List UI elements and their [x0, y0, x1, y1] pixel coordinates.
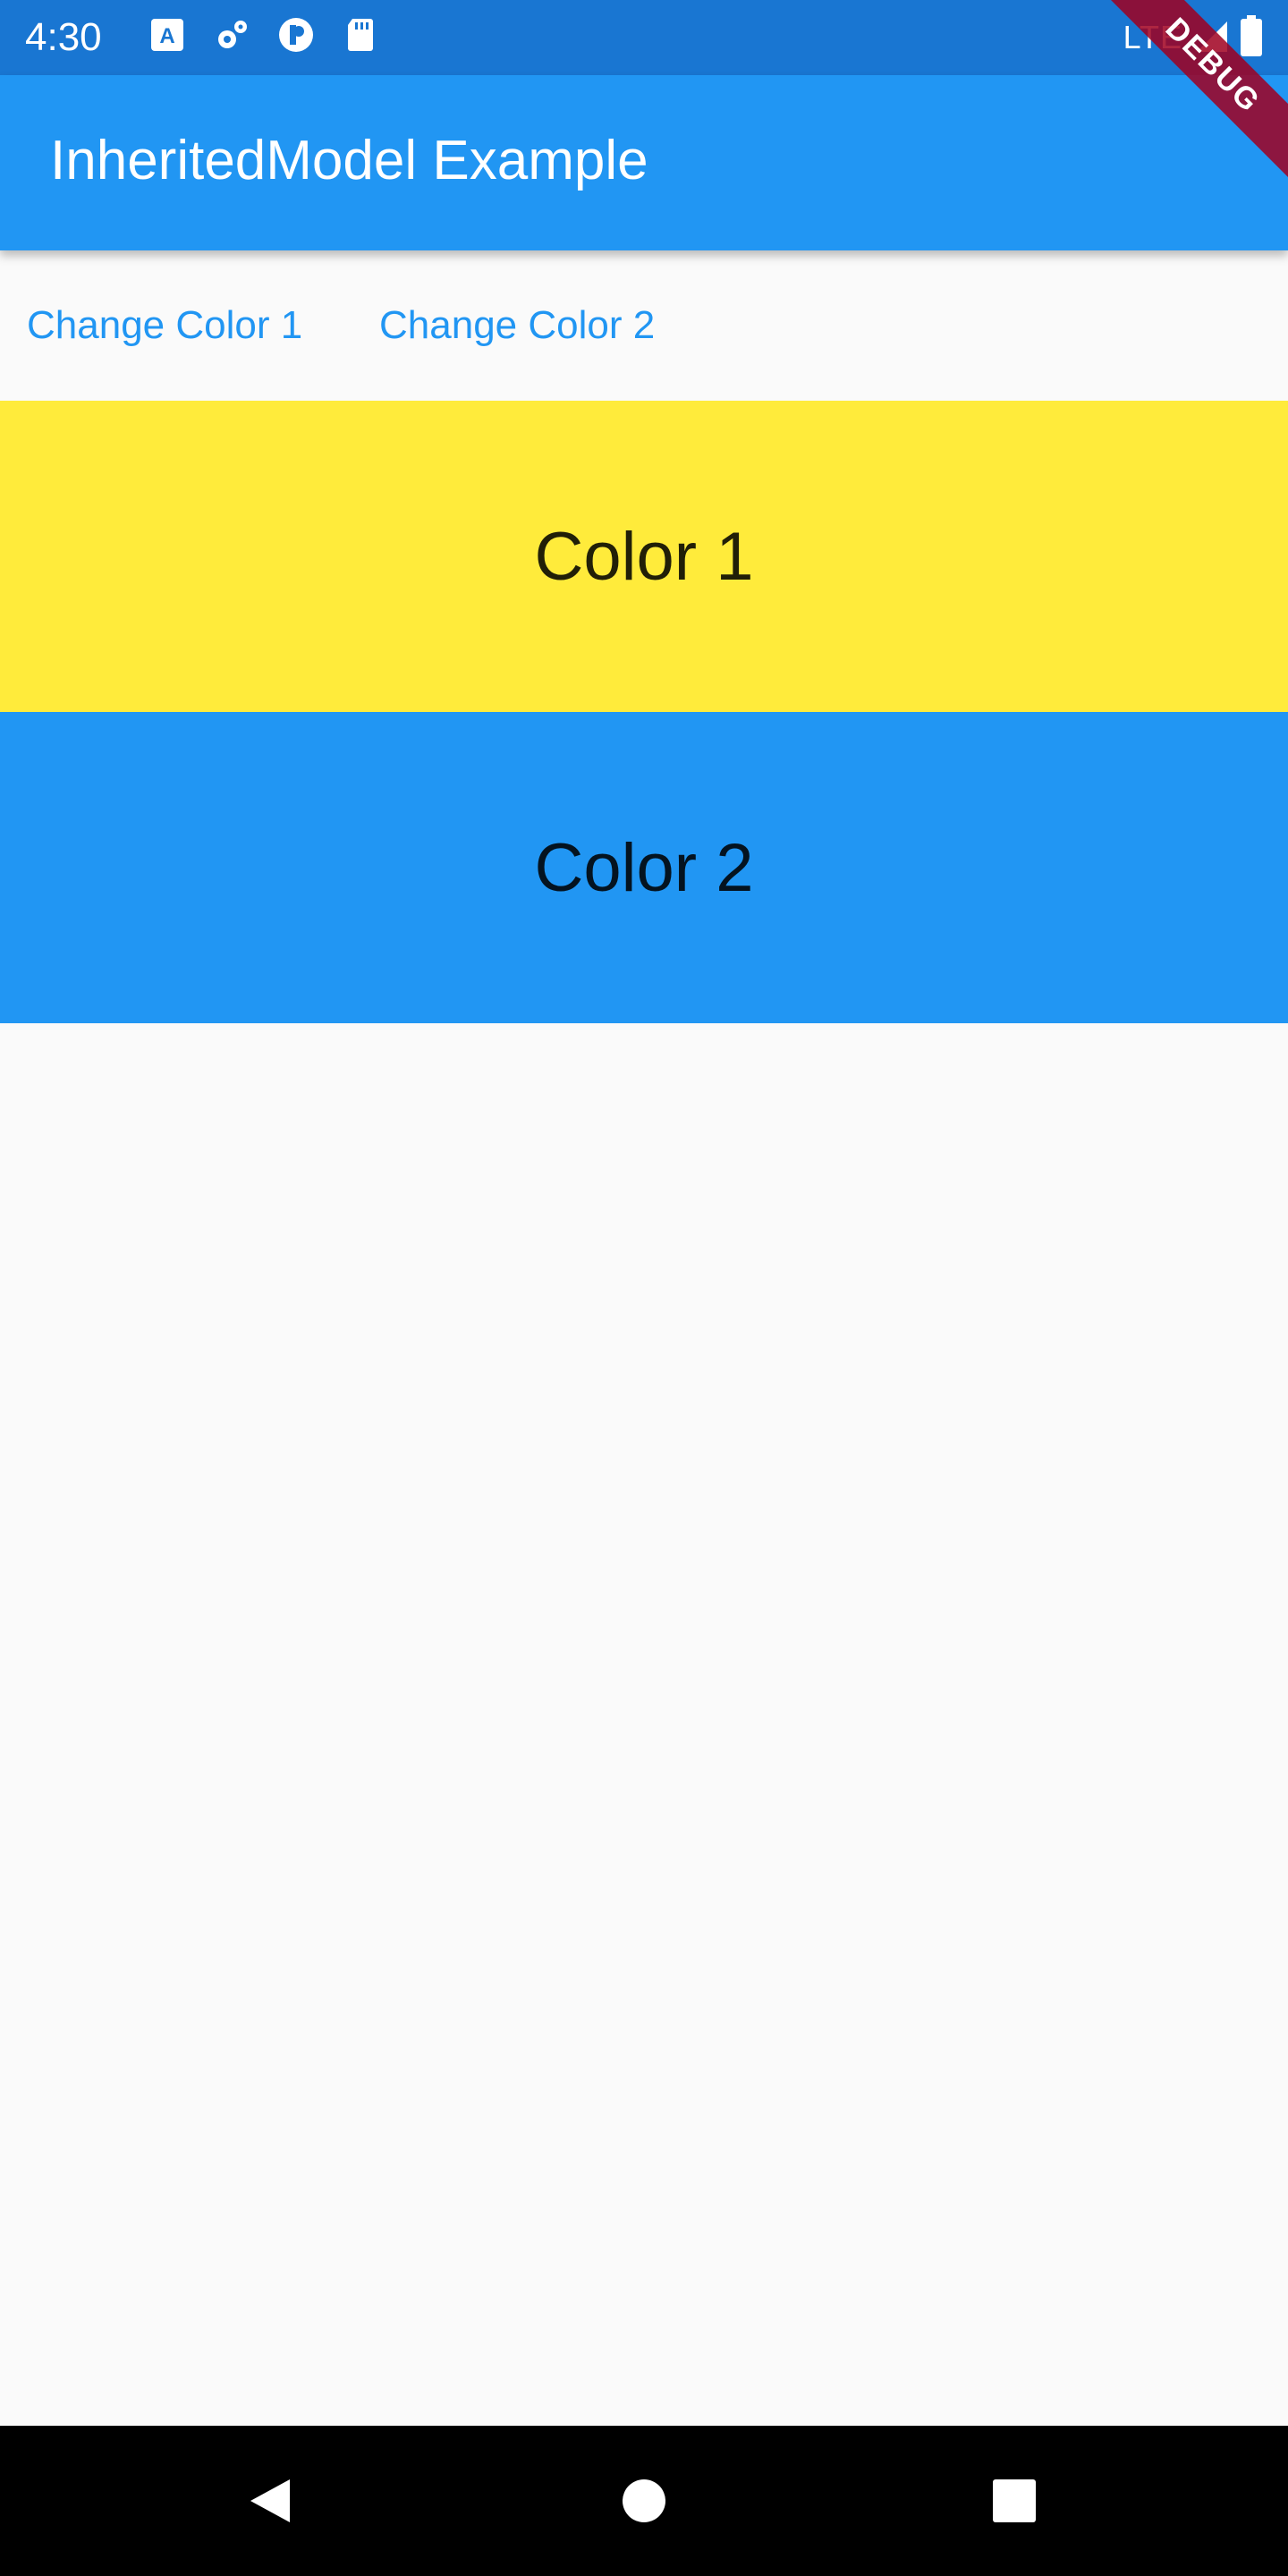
navigation-bar — [0, 2426, 1288, 2576]
svg-text:A: A — [159, 24, 174, 48]
color-2-panel: Color 2 — [0, 712, 1288, 1023]
page-title: InheritedModel Example — [50, 130, 648, 191]
settings-gear-icon — [213, 16, 250, 54]
button-row: Change Color 1 Change Color 2 — [0, 250, 1288, 401]
color-2-label: Color 2 — [534, 829, 754, 906]
content-area — [0, 1023, 1288, 2426]
battery-icon — [1240, 14, 1263, 61]
sd-card-icon — [342, 16, 379, 54]
app-bar: InheritedModel Example — [0, 75, 1288, 250]
back-icon[interactable] — [234, 2465, 306, 2537]
color-1-panel: Color 1 — [0, 401, 1288, 712]
home-icon[interactable] — [608, 2465, 680, 2537]
change-color-1-button[interactable]: Change Color 1 — [23, 299, 306, 352]
recents-icon[interactable] — [979, 2465, 1050, 2537]
change-color-2-button[interactable]: Change Color 2 — [376, 299, 658, 352]
font-icon: A — [148, 16, 186, 54]
app-badge-icon — [277, 16, 315, 54]
status-time: 4:30 — [25, 15, 102, 59]
color-1-label: Color 1 — [534, 518, 754, 595]
status-bar: 4:30 A — [0, 0, 1288, 75]
notification-icons: A — [148, 16, 379, 54]
